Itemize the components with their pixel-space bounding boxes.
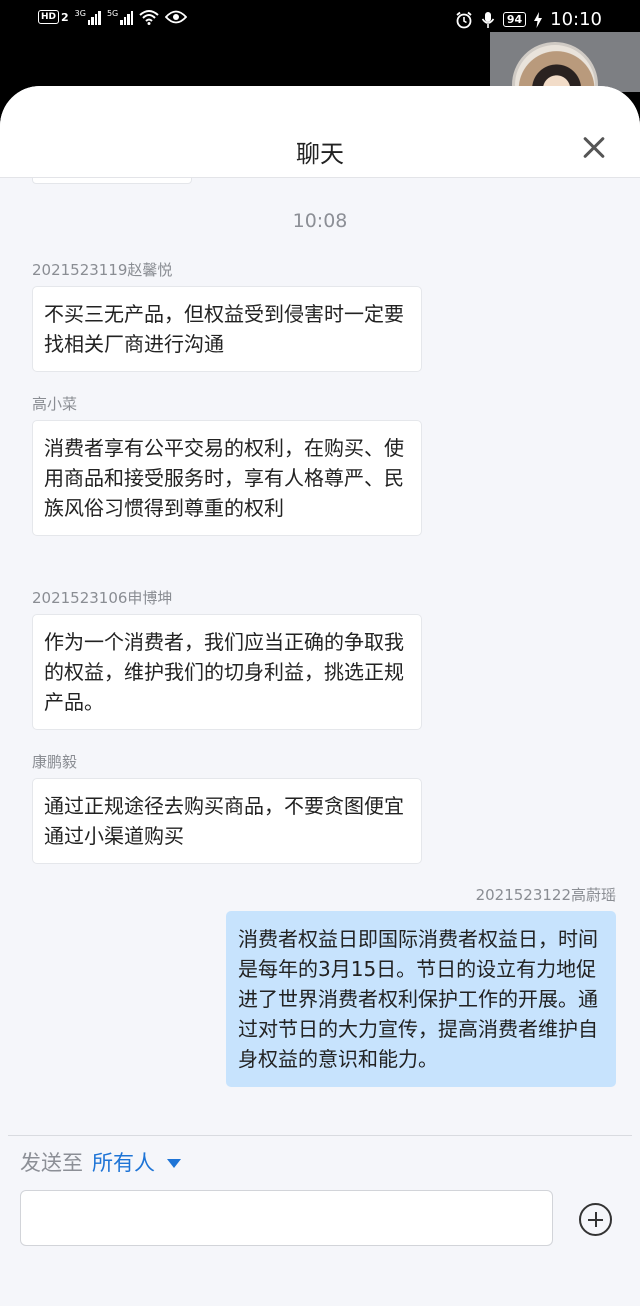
close-icon[interactable] (576, 130, 612, 166)
wifi-icon (139, 10, 159, 25)
message-bubble: 作为一个消费者，我们应当正确的争取我的权益，维护我们的切身利益，挑选正规产品。 (32, 614, 422, 730)
chat-panel: 聊天 10:08 2021523119赵馨悦 不买三无产品，但权益受到侵害时一定… (0, 86, 640, 1306)
recipient-dropdown[interactable]: 所有人 (92, 1147, 155, 1177)
status-clock: 10:10 (550, 9, 602, 30)
divider (8, 1135, 632, 1136)
message-sender: 2021523122高蔚瑶 (475, 886, 616, 904)
message-item-own: 2021523122高蔚瑶 消费者权益日即国际消费者权益日，时间是每年的3月15… (226, 884, 616, 1087)
message-item: 高小菜 消费者享有公平交易的权利，在购买、使用商品和接受服务时，享有人格尊严、民… (32, 393, 422, 536)
send-to-selector[interactable]: 发送至 所有人 (20, 1147, 181, 1177)
message-sender: 2021523119赵馨悦 (32, 261, 173, 279)
message-bubble: 不买三无产品，但权益受到侵害时一定要找相关厂商进行沟通 (32, 286, 422, 372)
chevron-down-icon[interactable] (167, 1159, 181, 1168)
message-item: 康鹏毅 通过正规途径去购买商品，不要贪图便宜通过小渠道购买 (32, 751, 422, 864)
eye-icon (165, 10, 188, 24)
charging-icon (534, 11, 543, 28)
message-sender: 高小菜 (32, 395, 78, 413)
page-title: 聊天 (296, 140, 344, 168)
battery-icon: 94 (502, 12, 527, 27)
panel-header: 聊天 (0, 86, 640, 178)
signal-icon: 5G (107, 9, 134, 25)
composer: 发送至 所有人 (0, 1135, 640, 1306)
video-thumbnail[interactable] (490, 32, 640, 92)
send-to-label: 发送至 (20, 1151, 83, 1175)
message-list[interactable]: 10:08 2021523119赵馨悦 不买三无产品，但权益受到侵害时一定要找相… (0, 178, 640, 1133)
message-bubble: 消费者享有公平交易的权利，在购买、使用商品和接受服务时，享有人格尊严、民族风俗习… (32, 420, 422, 536)
signal-icon: 3G (75, 9, 101, 25)
message-item: 2021523106申博坤 作为一个消费者，我们应当正确的争取我的权益，维护我们… (32, 587, 422, 730)
add-icon[interactable] (579, 1203, 612, 1236)
sim-label: 2 (61, 10, 69, 24)
hd-icon: HD (38, 10, 60, 24)
message-bubble: 消费者权益日即国际消费者权益日，时间是每年的3月15日。节日的设立有力地促进了世… (226, 911, 616, 1087)
message-input[interactable] (20, 1190, 553, 1246)
time-divider: 10:08 (292, 210, 348, 232)
previous-message-bubble (32, 178, 192, 184)
message-bubble: 通过正规途径去购买商品，不要贪图便宜通过小渠道购买 (32, 778, 422, 864)
message-sender: 2021523106申博坤 (32, 589, 173, 607)
message-item: 2021523119赵馨悦 不买三无产品，但权益受到侵害时一定要找相关厂商进行沟… (32, 259, 422, 372)
message-sender: 康鹏毅 (32, 753, 78, 771)
alarm-icon (456, 11, 472, 28)
microphone-icon (481, 11, 494, 28)
avatar (512, 42, 598, 92)
